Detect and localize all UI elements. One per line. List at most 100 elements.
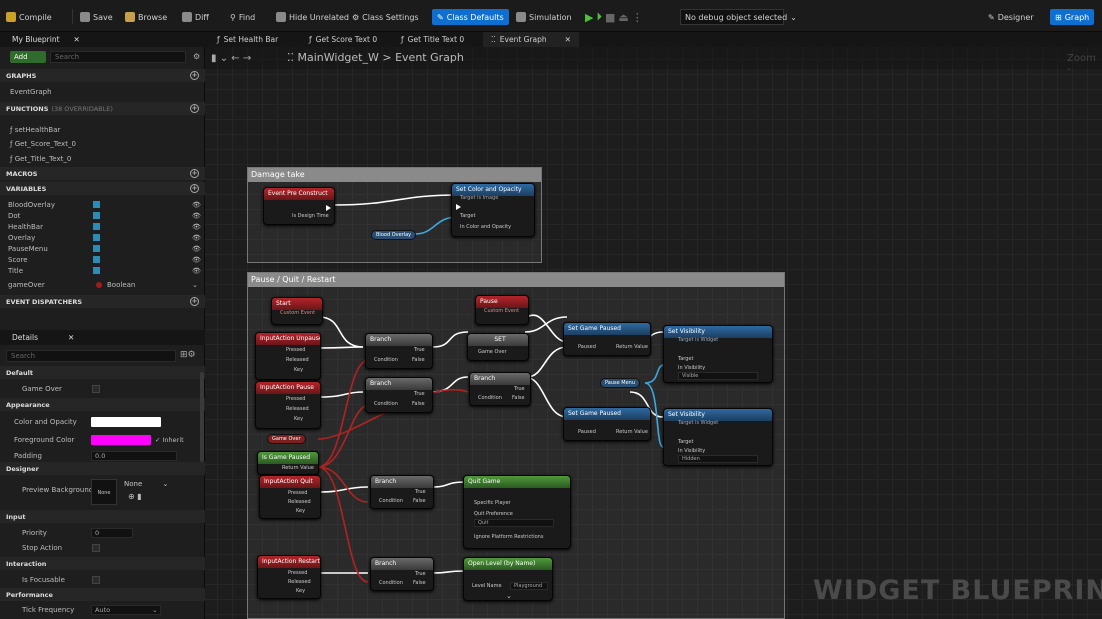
default-section[interactable]: Default bbox=[0, 366, 205, 379]
exec-out-pin[interactable] bbox=[326, 205, 331, 211]
visibility-icon[interactable]: 👁 bbox=[192, 267, 201, 275]
visibility-icon[interactable]: 👁 bbox=[192, 223, 201, 231]
game-over-checkbox[interactable] bbox=[92, 384, 100, 393]
find-button[interactable]: ⚲ Find bbox=[230, 9, 255, 25]
close-icon[interactable]: ✕ bbox=[74, 35, 80, 44]
input-section[interactable]: Input bbox=[0, 510, 205, 523]
node-set-visibility-1[interactable]: Set Visibility Target is Widget Target In V… bbox=[663, 325, 773, 383]
designer-section[interactable]: Designer bbox=[0, 462, 205, 475]
event-graph-item[interactable]: EventGraph bbox=[0, 86, 205, 97]
preview-bg-dropdown[interactable]: None ⌄ bbox=[124, 480, 184, 491]
browse-button[interactable]: Browse bbox=[125, 9, 167, 25]
variable-item[interactable]: PauseMenu 👁 bbox=[0, 243, 205, 254]
play-icon[interactable]: ▶ bbox=[585, 11, 593, 24]
visibility-icon[interactable]: 👁 bbox=[192, 201, 201, 209]
settings-icon[interactable]: ⚙ bbox=[193, 52, 200, 61]
simulation-button[interactable]: Simulation bbox=[516, 9, 572, 25]
node-event-pre-construct[interactable]: Event Pre Construct Is Design Time bbox=[263, 187, 335, 225]
chevron-down-icon[interactable]: ⌄ bbox=[506, 592, 512, 600]
debug-object-select[interactable]: No debug object selected ⌄ bbox=[680, 9, 797, 25]
node-set-game-over[interactable]: SET Game Over bbox=[467, 333, 529, 361]
hide-unrelated-button[interactable]: Hide Unrelated bbox=[276, 9, 349, 25]
node-set-game-paused-2[interactable]: Set Game Paused Paused Return Value bbox=[563, 407, 651, 441]
close-icon[interactable]: ✕ bbox=[565, 35, 571, 44]
details-scrollbar[interactable] bbox=[200, 372, 204, 462]
variable-item[interactable]: Title 👁 bbox=[0, 265, 205, 276]
visibility-icon[interactable]: 👁 bbox=[192, 234, 201, 242]
compile-button[interactable]: Compile bbox=[6, 9, 52, 25]
function-item[interactable]: ƒ Get_Title_Text_0 bbox=[0, 153, 205, 164]
graph-button[interactable]: ⊞ Graph bbox=[1050, 9, 1095, 25]
is-focusable-checkbox[interactable] bbox=[92, 575, 100, 584]
blueprint-search-input[interactable]: Search bbox=[50, 51, 186, 63]
interaction-section[interactable]: Interaction bbox=[0, 557, 205, 570]
eject-icon[interactable]: ⏏ bbox=[618, 11, 628, 24]
visibility-icon[interactable]: 👁 bbox=[192, 256, 201, 264]
var-pause-menu[interactable]: Pause Menu bbox=[600, 378, 641, 388]
add-dispatcher-icon[interactable]: + bbox=[190, 297, 199, 306]
designer-button[interactable]: ✎ Designer bbox=[988, 9, 1034, 25]
appearance-section[interactable]: Appearance bbox=[0, 398, 205, 411]
node-branch-restart[interactable]: Branch True Condition False bbox=[370, 557, 434, 591]
foreground-swatch[interactable] bbox=[91, 434, 151, 445]
node-inputaction-restart[interactable]: InputAction Restart Pressed Released Key bbox=[257, 555, 321, 599]
diff-button[interactable]: Diff bbox=[182, 9, 209, 25]
close-icon[interactable]: ✕ bbox=[68, 333, 74, 342]
var-game-over[interactable]: Game Over bbox=[267, 434, 306, 444]
variable-item[interactable]: Overlay 👁 bbox=[0, 232, 205, 243]
stop-icon[interactable]: ■ bbox=[605, 11, 615, 24]
class-defaults-button[interactable]: ✎ Class Defaults bbox=[432, 9, 509, 25]
node-branch-2[interactable]: Branch True Condition False bbox=[365, 377, 433, 413]
event-dispatchers-section[interactable]: EVENT DISPATCHERS + bbox=[0, 295, 205, 308]
macros-section[interactable]: MACROS + bbox=[0, 167, 205, 180]
node-inputaction-pause[interactable]: InputAction Pause Pressed Released Key bbox=[255, 381, 321, 429]
functions-section[interactable]: FUNCTIONS (38 OVERRIDABLE) + bbox=[0, 102, 205, 115]
class-settings-button[interactable]: ⚙ Class Settings bbox=[352, 9, 419, 25]
inherit-checkbox[interactable]: ✓ Inherit bbox=[155, 436, 184, 444]
graphs-section[interactable]: GRAPHS + bbox=[0, 69, 205, 82]
add-button[interactable]: Add bbox=[10, 51, 46, 63]
node-pause-event[interactable]: Pause Custom Event bbox=[475, 295, 529, 325]
chevron-down-icon[interactable]: ⌄ bbox=[192, 281, 198, 289]
stop-action-checkbox[interactable] bbox=[92, 543, 100, 552]
details-tab[interactable]: Details ✕ bbox=[0, 330, 205, 345]
tab-event-graph[interactable]: ⁚⁚ Event Graph ✕ bbox=[483, 32, 579, 47]
my-blueprint-tab[interactable]: My Blueprint ✕ bbox=[0, 32, 205, 47]
tab-set-health-bar[interactable]: ƒ Set Health Bar bbox=[209, 32, 286, 47]
variable-item[interactable]: HealthBar 👁 bbox=[0, 221, 205, 232]
level-name-field[interactable]: Playground bbox=[510, 582, 548, 590]
quit-preference-dropdown[interactable]: Quit bbox=[474, 519, 554, 527]
graph-canvas[interactable]: ▮ ⌄ ← → ⁚⁚ MainWidget_W > Event Graph Zo… bbox=[205, 47, 1102, 619]
visibility-icon[interactable]: 👁 bbox=[192, 212, 201, 220]
padding-field[interactable]: 0.0 bbox=[91, 450, 177, 461]
view-options-icon[interactable]: ⊞⚙ bbox=[180, 350, 196, 360]
variable-item[interactable]: BloodOverlay 👁 bbox=[0, 199, 205, 210]
node-set-game-paused-1[interactable]: Set Game Paused Paused Return Value bbox=[563, 322, 651, 356]
node-set-visibility-2[interactable]: Set Visibility Target is Widget Target In V… bbox=[663, 408, 773, 466]
node-branch-3[interactable]: Branch True Condition False bbox=[469, 372, 531, 406]
function-item[interactable]: ƒ setHealthBar bbox=[0, 124, 205, 135]
tab-get-title-text[interactable]: ƒ Get Title Text 0 bbox=[393, 32, 472, 47]
performance-section[interactable]: Performance bbox=[0, 588, 205, 601]
function-item[interactable]: ƒ Get_Score_Text_0 bbox=[0, 138, 205, 149]
add-graph-icon[interactable]: + bbox=[190, 71, 199, 80]
add-function-icon[interactable]: + bbox=[190, 104, 199, 113]
variable-item[interactable]: gameOver Boolean ⌄ bbox=[0, 279, 205, 290]
node-branch-quit[interactable]: Branch True Condition False bbox=[370, 475, 434, 509]
preview-bg-thumbnail[interactable]: None bbox=[91, 479, 117, 505]
visibility-dropdown[interactable]: Visible bbox=[678, 372, 758, 380]
add-variable-icon[interactable]: + bbox=[190, 184, 199, 193]
more-options-icon[interactable]: ⋮ bbox=[632, 11, 643, 24]
node-branch-1[interactable]: Branch True Condition False bbox=[365, 333, 433, 369]
save-button[interactable]: Save bbox=[80, 9, 113, 25]
variable-item[interactable]: Score 👁 bbox=[0, 254, 205, 265]
node-open-level[interactable]: Open Level (by Name) Level Name Playground… bbox=[463, 557, 553, 601]
visibility-dropdown[interactable]: Hidden bbox=[678, 455, 758, 463]
browse-asset-icon[interactable]: ⊕ ▮ bbox=[128, 492, 142, 501]
tab-get-score-text[interactable]: ƒ Get Score Text 0 bbox=[301, 32, 385, 47]
priority-field[interactable]: 0 bbox=[91, 527, 133, 538]
visibility-icon[interactable]: 👁 bbox=[192, 245, 201, 253]
node-quit-game[interactable]: Quit Game Specific Player Quit Preference Q… bbox=[463, 475, 571, 549]
step-icon[interactable]: ⏵ bbox=[596, 10, 602, 24]
node-inputaction-unpause[interactable]: InputAction Unpause Pressed Released Key bbox=[255, 332, 321, 380]
